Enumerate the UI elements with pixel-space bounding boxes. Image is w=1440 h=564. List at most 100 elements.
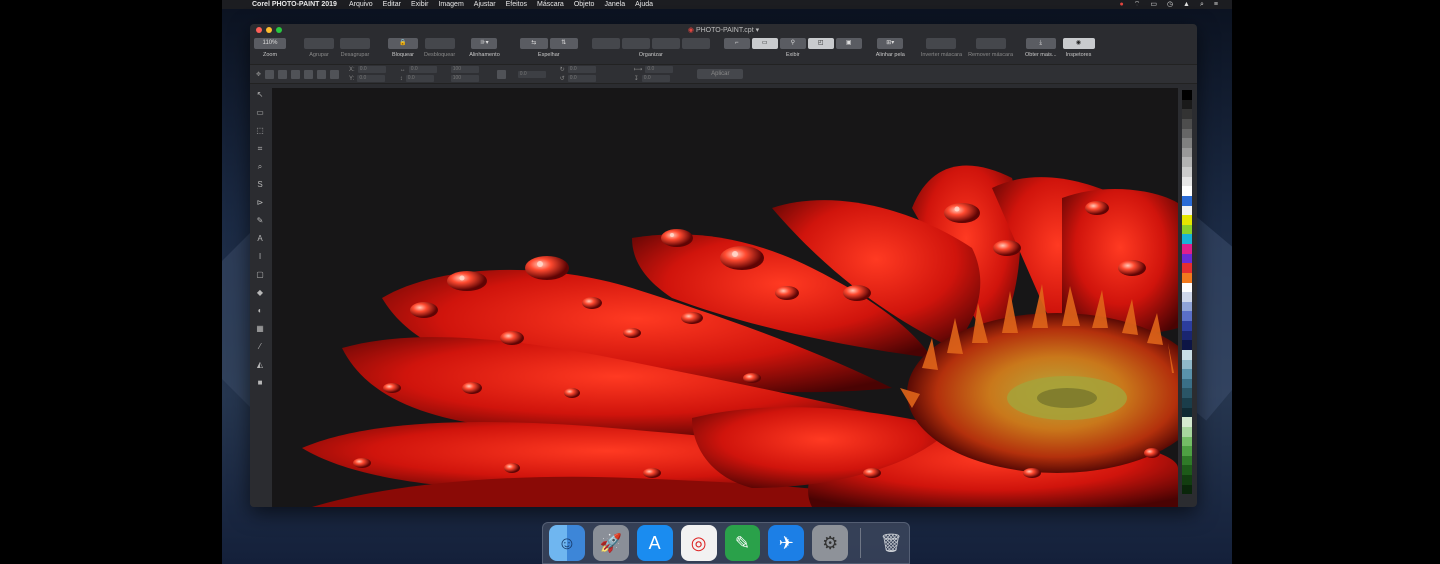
palette-swatch[interactable]: [1182, 224, 1192, 235]
palette-swatch[interactable]: [1182, 311, 1192, 321]
arrange-back-button[interactable]: [681, 38, 710, 49]
menu-janela[interactable]: Janela: [604, 0, 625, 9]
photo-paint-icon[interactable]: ✎: [724, 525, 761, 561]
menu-ajuda[interactable]: Ajuda: [635, 0, 653, 9]
menu-efeitos[interactable]: Efeitos: [506, 0, 527, 9]
line-tool-icon[interactable]: ǀ: [254, 252, 266, 262]
palette-swatch[interactable]: [1182, 138, 1192, 148]
menu-exibir[interactable]: Exibir: [411, 0, 429, 9]
palette-swatch[interactable]: [1182, 186, 1192, 196]
menu-app-name[interactable]: Corel PHOTO-PAINT 2019: [252, 0, 337, 9]
system-preferences-icon[interactable]: ⚙: [812, 525, 849, 561]
palette-swatch[interactable]: [1182, 417, 1192, 427]
view-mode-5-button[interactable]: ▣: [835, 38, 862, 49]
notification-center-icon[interactable]: ≡: [1214, 0, 1218, 9]
palette-swatch[interactable]: [1182, 282, 1192, 293]
palette-swatch[interactable]: [1182, 378, 1192, 389]
notification-icon[interactable]: ●: [1119, 0, 1123, 9]
x-input[interactable]: 0.0: [357, 66, 386, 73]
palette-swatch[interactable]: [1182, 272, 1192, 283]
mode-icon[interactable]: [291, 69, 301, 79]
view-mode-4-button[interactable]: ◰: [807, 38, 834, 49]
rectangle-tool-icon[interactable]: ▢: [254, 270, 266, 280]
height-input[interactable]: 0.0: [405, 75, 434, 82]
view-mode-3-button[interactable]: ⚲: [779, 38, 806, 49]
paint-tool-icon[interactable]: ◆: [254, 288, 266, 298]
menu-ajustar[interactable]: Ajustar: [474, 0, 496, 9]
eyedropper-icon[interactable]: ⊳: [254, 198, 266, 208]
palette-swatch[interactable]: [1182, 263, 1192, 273]
lock-button[interactable]: 🔒: [388, 38, 418, 49]
mirror-horizontal-button[interactable]: ⇆: [519, 38, 548, 49]
palette-swatch[interactable]: [1182, 253, 1192, 264]
palette-swatch[interactable]: [1182, 195, 1192, 206]
palette-swatch[interactable]: [1182, 301, 1192, 312]
menu-arquivo[interactable]: Arquivo: [349, 0, 373, 9]
palette-swatch[interactable]: [1182, 205, 1192, 216]
image-canvas[interactable]: [272, 88, 1178, 507]
menu-editar[interactable]: Editar: [383, 0, 401, 9]
clone-tool-icon[interactable]: S: [254, 180, 266, 190]
apply-button[interactable]: Aplicar: [697, 69, 744, 79]
palette-swatch[interactable]: [1182, 369, 1192, 379]
remove-mask-button[interactable]: [975, 38, 1006, 49]
bucket-fill-icon[interactable]: ◭: [254, 360, 266, 370]
app-store-icon[interactable]: A: [636, 525, 673, 561]
launchpad-icon[interactable]: 🚀: [592, 525, 629, 561]
wifi-icon[interactable]: ⌔: [1134, 0, 1141, 9]
coreldraw-icon[interactable]: ◎: [680, 525, 717, 561]
ungroup-objects-button[interactable]: [340, 38, 370, 49]
align-button[interactable]: ⊪▾: [471, 38, 498, 49]
unlock-button[interactable]: [424, 38, 455, 49]
clock-icon[interactable]: ◷: [1167, 0, 1173, 9]
palette-swatch[interactable]: [1182, 128, 1192, 139]
skew-v-input[interactable]: 0.0: [567, 75, 596, 82]
zoom-tool-icon[interactable]: ⌕: [254, 162, 266, 172]
palette-swatch[interactable]: [1182, 484, 1192, 495]
pick-tool-icon[interactable]: ↖: [254, 90, 266, 100]
offset-v-input[interactable]: 0.0: [641, 75, 670, 82]
spotlight-icon[interactable]: ⌕: [1200, 0, 1204, 9]
scale-y-input[interactable]: 100: [450, 75, 479, 82]
align-by-button[interactable]: ⊞▾: [877, 38, 904, 49]
mask-transform-icon[interactable]: ⬚: [254, 126, 266, 136]
palette-swatch[interactable]: [1182, 426, 1192, 437]
palette-swatch[interactable]: [1182, 118, 1192, 129]
palette-swatch[interactable]: [1182, 215, 1192, 225]
rotation-input[interactable]: 0.0: [517, 70, 546, 78]
text-tool-icon[interactable]: A: [254, 234, 266, 244]
mode-icon[interactable]: [317, 69, 327, 79]
battery-icon[interactable]: ▭: [1150, 0, 1157, 9]
mask-tool-icon[interactable]: ▭: [254, 108, 266, 118]
width-input[interactable]: 0.0: [408, 66, 437, 73]
palette-swatch[interactable]: [1182, 455, 1192, 466]
menu-imagem[interactable]: Imagem: [438, 0, 463, 9]
view-mode-1-button[interactable]: ⌐: [723, 38, 750, 49]
palette-swatch[interactable]: [1182, 321, 1192, 331]
palette-swatch[interactable]: [1182, 330, 1192, 341]
arrange-forward-button[interactable]: [621, 38, 650, 49]
safari-icon[interactable]: ✈: [768, 525, 805, 561]
palette-swatch[interactable]: [1182, 349, 1192, 360]
palette-swatch[interactable]: [1182, 176, 1192, 187]
group-objects-button[interactable]: [304, 38, 334, 49]
palette-swatch[interactable]: [1182, 147, 1192, 158]
finder-icon[interactable]: ☺: [549, 525, 585, 561]
palette-swatch[interactable]: [1182, 465, 1192, 475]
window-titlebar[interactable]: ◉ PHOTO-PAINT.cpt ▾: [250, 24, 1197, 36]
zoom-select[interactable]: 110%: [254, 38, 286, 49]
effect-tool-icon[interactable]: ◐: [254, 306, 266, 316]
menu-objeto[interactable]: Objeto: [574, 0, 595, 9]
invert-mask-button[interactable]: [926, 38, 957, 49]
chevron-down-icon[interactable]: ▾: [756, 27, 760, 34]
palette-swatch[interactable]: [1182, 157, 1192, 167]
mode-icon[interactable]: [278, 69, 288, 79]
palette-swatch[interactable]: [1182, 359, 1192, 370]
view-mode-2-button[interactable]: ▭: [751, 38, 778, 49]
arrange-front-button[interactable]: [591, 38, 620, 49]
palette-swatch[interactable]: [1182, 388, 1192, 398]
palette-swatch[interactable]: [1182, 292, 1192, 302]
inspectors-button[interactable]: ◉: [1062, 38, 1095, 49]
palette-swatch[interactable]: [1182, 90, 1192, 100]
palette-swatch[interactable]: [1182, 398, 1192, 408]
